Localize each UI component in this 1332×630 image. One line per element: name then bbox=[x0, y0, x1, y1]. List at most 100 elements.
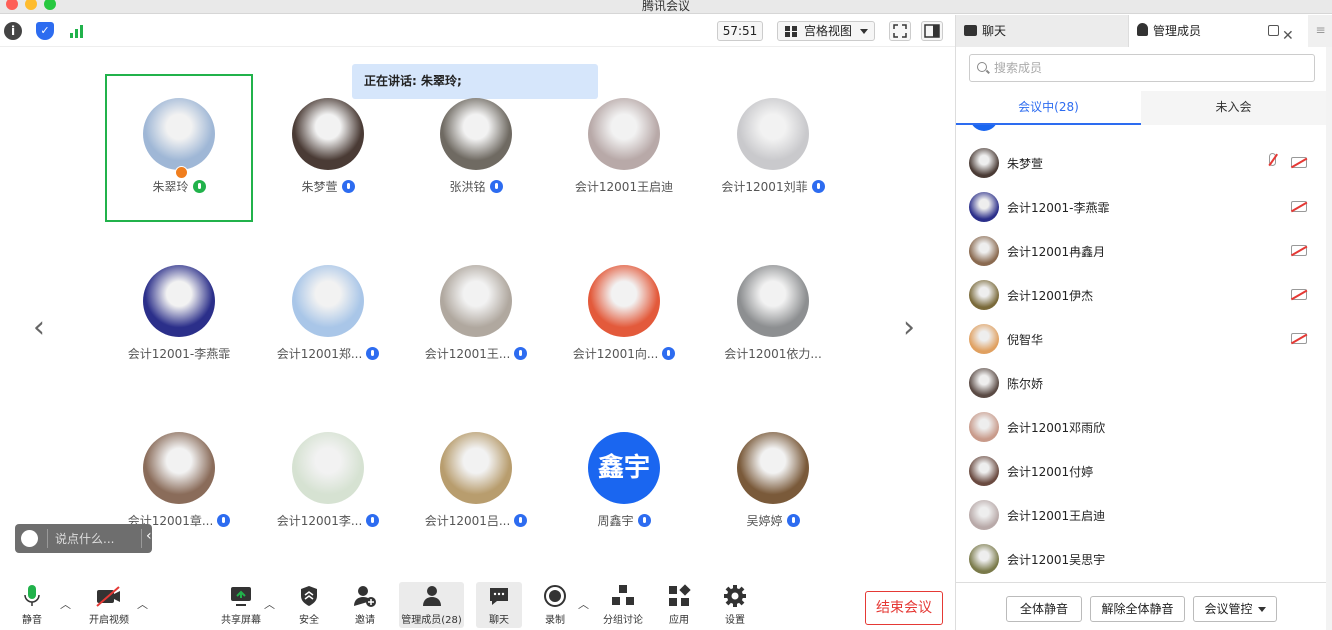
avatar bbox=[440, 98, 512, 170]
record-options-caret[interactable]: ︿ bbox=[578, 596, 589, 612]
panel-footer: 全体静音 解除全体静音 会议管控 bbox=[956, 582, 1326, 630]
list-item[interactable]: 会计12001付婷 bbox=[956, 449, 1326, 493]
participant-tile[interactable]: 会计12001刘菲 bbox=[699, 74, 847, 222]
avatar bbox=[292, 98, 364, 170]
camera-off-icon[interactable] bbox=[1291, 333, 1307, 344]
participant-tile[interactable]: 朱梦萱 bbox=[254, 74, 402, 222]
close-icon[interactable]: ✕ bbox=[1282, 20, 1294, 52]
avatar bbox=[737, 265, 809, 337]
info-icon[interactable]: i bbox=[4, 22, 22, 40]
security-button[interactable]: 安全 bbox=[292, 582, 326, 628]
collapse-chat-icon[interactable]: ‹ bbox=[146, 528, 152, 544]
search-members-input[interactable]: 搜索成员 bbox=[969, 54, 1315, 82]
tab-chat[interactable]: 聊天 bbox=[956, 15, 1129, 47]
view-mode-dropdown[interactable]: 宫格视图 bbox=[777, 21, 875, 41]
grid-icon bbox=[785, 26, 797, 37]
microphone-icon bbox=[811, 180, 825, 193]
mute-button[interactable]: 静音 bbox=[12, 582, 52, 628]
member-list: 朱梦萱 会计12001-李燕霏 会计12001冉鑫月 会计12001伊杰 倪智华 陈尔娇会… bbox=[956, 125, 1326, 582]
scrollbar[interactable] bbox=[1326, 47, 1332, 630]
microphone-icon bbox=[786, 514, 800, 527]
tab-in-meeting[interactable]: 会议中(28) bbox=[956, 91, 1141, 125]
prev-page-arrow[interactable]: ‹ bbox=[33, 310, 45, 345]
shield-icon[interactable]: ✓ bbox=[36, 22, 54, 40]
meeting-toolbar: i ✓ 57:51 宫格视图 bbox=[0, 15, 955, 47]
microphone-icon bbox=[341, 180, 355, 193]
camera-off-icon[interactable] bbox=[1291, 245, 1307, 256]
participant-tile[interactable]: 张洪铭 bbox=[402, 74, 550, 222]
avatar bbox=[292, 432, 364, 504]
mic-off-icon[interactable] bbox=[1269, 153, 1276, 166]
participant-tile[interactable]: 会计12001依力... bbox=[699, 241, 847, 389]
settings-button[interactable]: 设置 bbox=[718, 582, 752, 628]
list-item[interactable]: 会计12001-李燕霏 bbox=[956, 185, 1326, 229]
participant-tile[interactable]: 会计12001王... bbox=[402, 241, 550, 389]
members-panel: 聊天 管理成员 ✕ ≡ 搜索成员 会议中(28) 未入会 朱梦萱会计12001-… bbox=[955, 15, 1332, 630]
meeting-timer: 57:51 bbox=[717, 21, 763, 41]
participant-tile[interactable]: 会计12001李... bbox=[254, 408, 402, 556]
invite-button[interactable]: 邀请 bbox=[348, 582, 382, 628]
list-item[interactable]: 会计12001冉鑫月 bbox=[956, 229, 1326, 273]
member-name: 倪智华 bbox=[1007, 333, 1044, 347]
share-screen-button[interactable]: 共享屏幕 bbox=[218, 582, 264, 628]
chat-input-placeholder[interactable]: 说点什么... bbox=[55, 530, 114, 547]
avatar bbox=[737, 432, 809, 504]
participant-name: 会计12001吕... bbox=[402, 512, 550, 529]
bottom-control-bar: 静音 ︿ 开启视频 ︿ 共享屏幕 ︿ 安全 邀请 管理成员(28) 聊天 录制 … bbox=[0, 578, 955, 630]
share-options-caret[interactable]: ︿ bbox=[264, 596, 275, 612]
list-item[interactable]: 会计12001伊杰 bbox=[956, 273, 1326, 317]
participant-tile[interactable]: 朱翠玲 bbox=[105, 74, 253, 222]
window-title: 腾讯会议 bbox=[641, 0, 690, 13]
list-item[interactable]: 倪智华 bbox=[956, 317, 1326, 361]
participant-tile[interactable]: 会计12001吕... bbox=[402, 408, 550, 556]
end-meeting-button[interactable]: 结束会议 bbox=[865, 591, 943, 625]
participant-tile[interactable]: 会计12001郑... bbox=[254, 241, 402, 389]
breakout-rooms-button[interactable]: 分组讨论 bbox=[600, 582, 646, 628]
emoji-icon[interactable] bbox=[21, 530, 38, 547]
chat-button[interactable]: 聊天 bbox=[476, 582, 522, 628]
apps-button[interactable]: 应用 bbox=[662, 582, 696, 628]
participant-name: 会计12001李... bbox=[254, 512, 402, 529]
panel-menu-icon[interactable]: ≡ bbox=[1308, 15, 1332, 47]
avatar bbox=[143, 98, 215, 170]
unmute-all-button[interactable]: 解除全体静音 bbox=[1090, 596, 1185, 622]
quick-chat-box[interactable]: 说点什么... ‹ bbox=[15, 524, 152, 553]
record-button[interactable]: 录制 bbox=[538, 582, 572, 628]
mute-all-button[interactable]: 全体静音 bbox=[1006, 596, 1082, 622]
fullscreen-button[interactable] bbox=[889, 21, 911, 41]
security-shield-icon bbox=[292, 584, 326, 608]
participant-tile[interactable]: 鑫宇 周鑫宇 bbox=[550, 408, 698, 556]
tab-not-joined[interactable]: 未入会 bbox=[1141, 91, 1326, 125]
next-page-arrow[interactable]: › bbox=[903, 310, 915, 345]
participant-name: 朱梦萱 bbox=[254, 178, 402, 195]
chat-bubble-icon bbox=[476, 584, 522, 608]
participant-name: 会计12001刘菲 bbox=[699, 178, 847, 195]
mute-options-caret[interactable]: ︿ bbox=[60, 596, 71, 612]
manage-members-button[interactable]: 管理成员(28) bbox=[399, 582, 464, 628]
avatar bbox=[969, 368, 999, 398]
participant-tile[interactable]: 会计12001-李燕霏 bbox=[105, 241, 253, 389]
participant-tile[interactable]: 会计12001向... bbox=[550, 241, 698, 389]
toggle-sidebar-button[interactable] bbox=[921, 21, 943, 41]
camera-off-icon[interactable] bbox=[1291, 289, 1307, 300]
video-options-caret[interactable]: ︿ bbox=[137, 596, 148, 612]
start-video-button[interactable]: 开启视频 bbox=[86, 582, 132, 628]
list-item[interactable]: 会计12001王启迪 bbox=[956, 493, 1326, 537]
meeting-control-dropdown[interactable]: 会议管控 bbox=[1193, 596, 1277, 622]
camera-off-icon[interactable] bbox=[1291, 201, 1307, 212]
member-name: 会计12001-李燕霏 bbox=[1007, 201, 1110, 215]
participant-tile[interactable]: 会计12001王启迪 bbox=[550, 74, 698, 222]
avatar bbox=[737, 98, 809, 170]
list-item[interactable]: 会计12001吴思宇 bbox=[956, 537, 1326, 581]
participant-tile[interactable]: 吴婷婷 bbox=[699, 408, 847, 556]
avatar bbox=[969, 412, 999, 442]
signal-icon[interactable] bbox=[68, 22, 86, 40]
popout-icon[interactable] bbox=[1268, 25, 1279, 36]
tab-manage-members[interactable]: 管理成员 ✕ bbox=[1129, 15, 1309, 47]
avatar bbox=[969, 148, 999, 178]
search-icon bbox=[977, 62, 987, 72]
list-item[interactable]: 朱梦萱 bbox=[956, 141, 1326, 185]
list-item[interactable]: 会计12001邓雨欣 bbox=[956, 405, 1326, 449]
list-item[interactable]: 陈尔娇 bbox=[956, 361, 1326, 405]
camera-off-icon[interactable] bbox=[1291, 157, 1307, 168]
